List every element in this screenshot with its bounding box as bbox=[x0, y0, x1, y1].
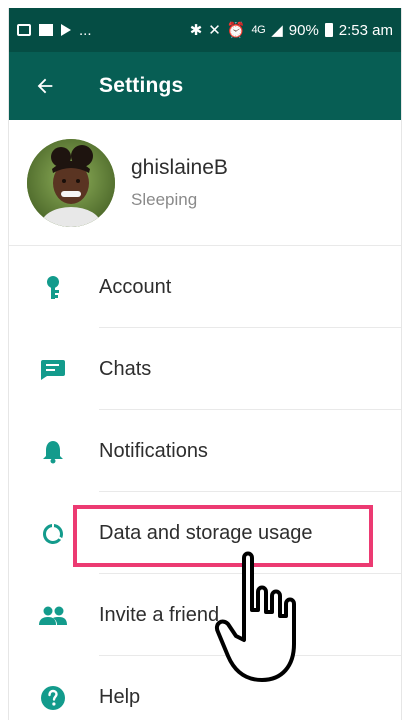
settings-item-account[interactable]: Account bbox=[9, 246, 401, 328]
app-bar: Settings bbox=[9, 52, 401, 120]
settings-item-data-storage[interactable]: Data and storage usage bbox=[9, 492, 401, 574]
alarm-icon: ⏰ bbox=[226, 22, 246, 39]
settings-item-label: Notifications bbox=[99, 439, 208, 462]
profile-status: Sleeping bbox=[131, 189, 198, 209]
settings-item-label: Help bbox=[99, 685, 141, 708]
arrow-left-icon bbox=[37, 78, 53, 94]
signal-icon: ◢ bbox=[271, 22, 283, 39]
avatar-image bbox=[27, 138, 115, 227]
battery-icon bbox=[324, 23, 333, 37]
settings-item-notifications[interactable]: Notifications bbox=[9, 410, 401, 492]
profile-row[interactable]: ghislaineB Sleeping bbox=[9, 120, 401, 246]
settings-list: Account Chats Notifications Data and sto… bbox=[9, 246, 401, 720]
key-icon bbox=[39, 274, 67, 302]
status-bar: ... ✱ ✕ ⏰ 4G ◢ 90% 2:53 am bbox=[9, 8, 401, 52]
data-usage-icon bbox=[39, 520, 67, 548]
phone-screen: ... ✱ ✕ ⏰ 4G ◢ 90% 2:53 am Settings ghis… bbox=[8, 8, 402, 720]
settings-item-invite[interactable]: Invite a friend bbox=[9, 574, 401, 656]
settings-item-label: Chats bbox=[99, 357, 152, 380]
profile-name: ghislaineB bbox=[131, 155, 228, 179]
settings-item-help[interactable]: Help bbox=[9, 656, 401, 720]
battery-text: 90% bbox=[288, 21, 319, 39]
clock: 2:53 am bbox=[338, 21, 393, 39]
network-label: 4G bbox=[251, 24, 266, 36]
more-notifications: ... bbox=[79, 21, 92, 39]
screenshot-frame: ... ✱ ✕ ⏰ 4G ◢ 90% 2:53 am Settings ghis… bbox=[0, 0, 406, 720]
mail-icon bbox=[39, 24, 53, 36]
help-icon bbox=[39, 684, 67, 712]
bluetooth-icon: ✱ bbox=[189, 22, 203, 39]
settings-item-chats[interactable]: Chats bbox=[9, 328, 401, 410]
avatar[interactable] bbox=[27, 138, 115, 227]
mute-icon: ✕ bbox=[208, 22, 221, 39]
settings-item-label: Data and storage usage bbox=[99, 521, 313, 544]
chat-icon bbox=[39, 356, 67, 384]
gallery-icon bbox=[17, 24, 31, 36]
people-icon bbox=[39, 602, 67, 630]
page-title: Settings bbox=[99, 74, 184, 97]
play-icon bbox=[61, 24, 71, 36]
settings-item-label: Account bbox=[99, 275, 172, 298]
status-right-icons: ✱ ✕ ⏰ 4G ◢ 90% 2:53 am bbox=[189, 21, 401, 40]
settings-item-label: Invite a friend bbox=[99, 603, 220, 626]
back-button[interactable] bbox=[23, 64, 67, 108]
status-left-icons: ... bbox=[9, 22, 92, 39]
bell-icon bbox=[39, 438, 67, 466]
profile-text: ghislaineB Sleeping bbox=[131, 156, 228, 210]
